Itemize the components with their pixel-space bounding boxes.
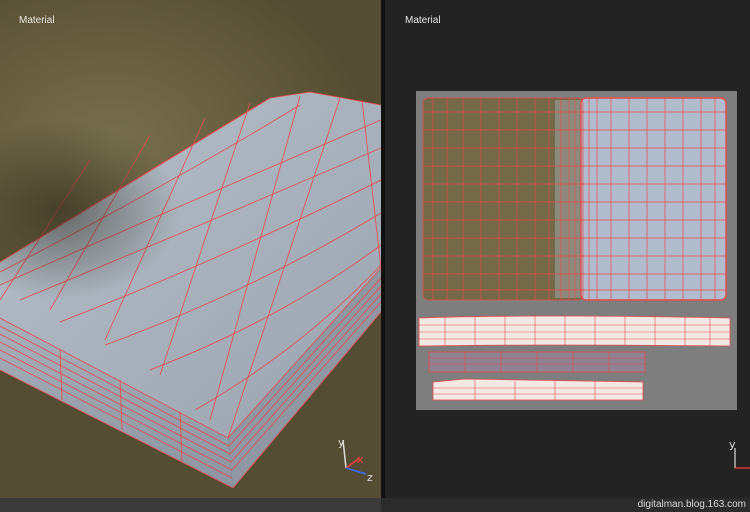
axis-z-label: z xyxy=(367,471,373,484)
timeline-track[interactable] xyxy=(0,498,381,512)
book-mesh-3d xyxy=(0,91,381,489)
viewport-label-right: Material xyxy=(405,15,441,26)
axis-y-label: y xyxy=(338,436,345,449)
watermark: digitalman.blog.163.com xyxy=(637,499,746,510)
uv-layout: y xyxy=(416,91,750,469)
uv-viewport[interactable]: Material y xyxy=(385,0,750,498)
book-spine-edge xyxy=(228,268,381,488)
axis-gizmo: y x z xyxy=(338,436,373,484)
status-bar: digitalman.blog.163.com xyxy=(0,498,750,512)
perspective-viewport[interactable]: Material y x z xyxy=(0,0,381,498)
book-page-edge xyxy=(0,318,233,488)
uv-island-page-edge xyxy=(418,315,731,347)
viewport-label-left: Material xyxy=(19,15,55,26)
axis-x-label: x xyxy=(357,453,364,466)
uv-island-bottom-edge xyxy=(432,378,644,401)
uv-axis-y-label: y xyxy=(729,438,736,451)
uv-island-back-cover xyxy=(581,98,726,300)
book-top-face xyxy=(0,92,381,438)
